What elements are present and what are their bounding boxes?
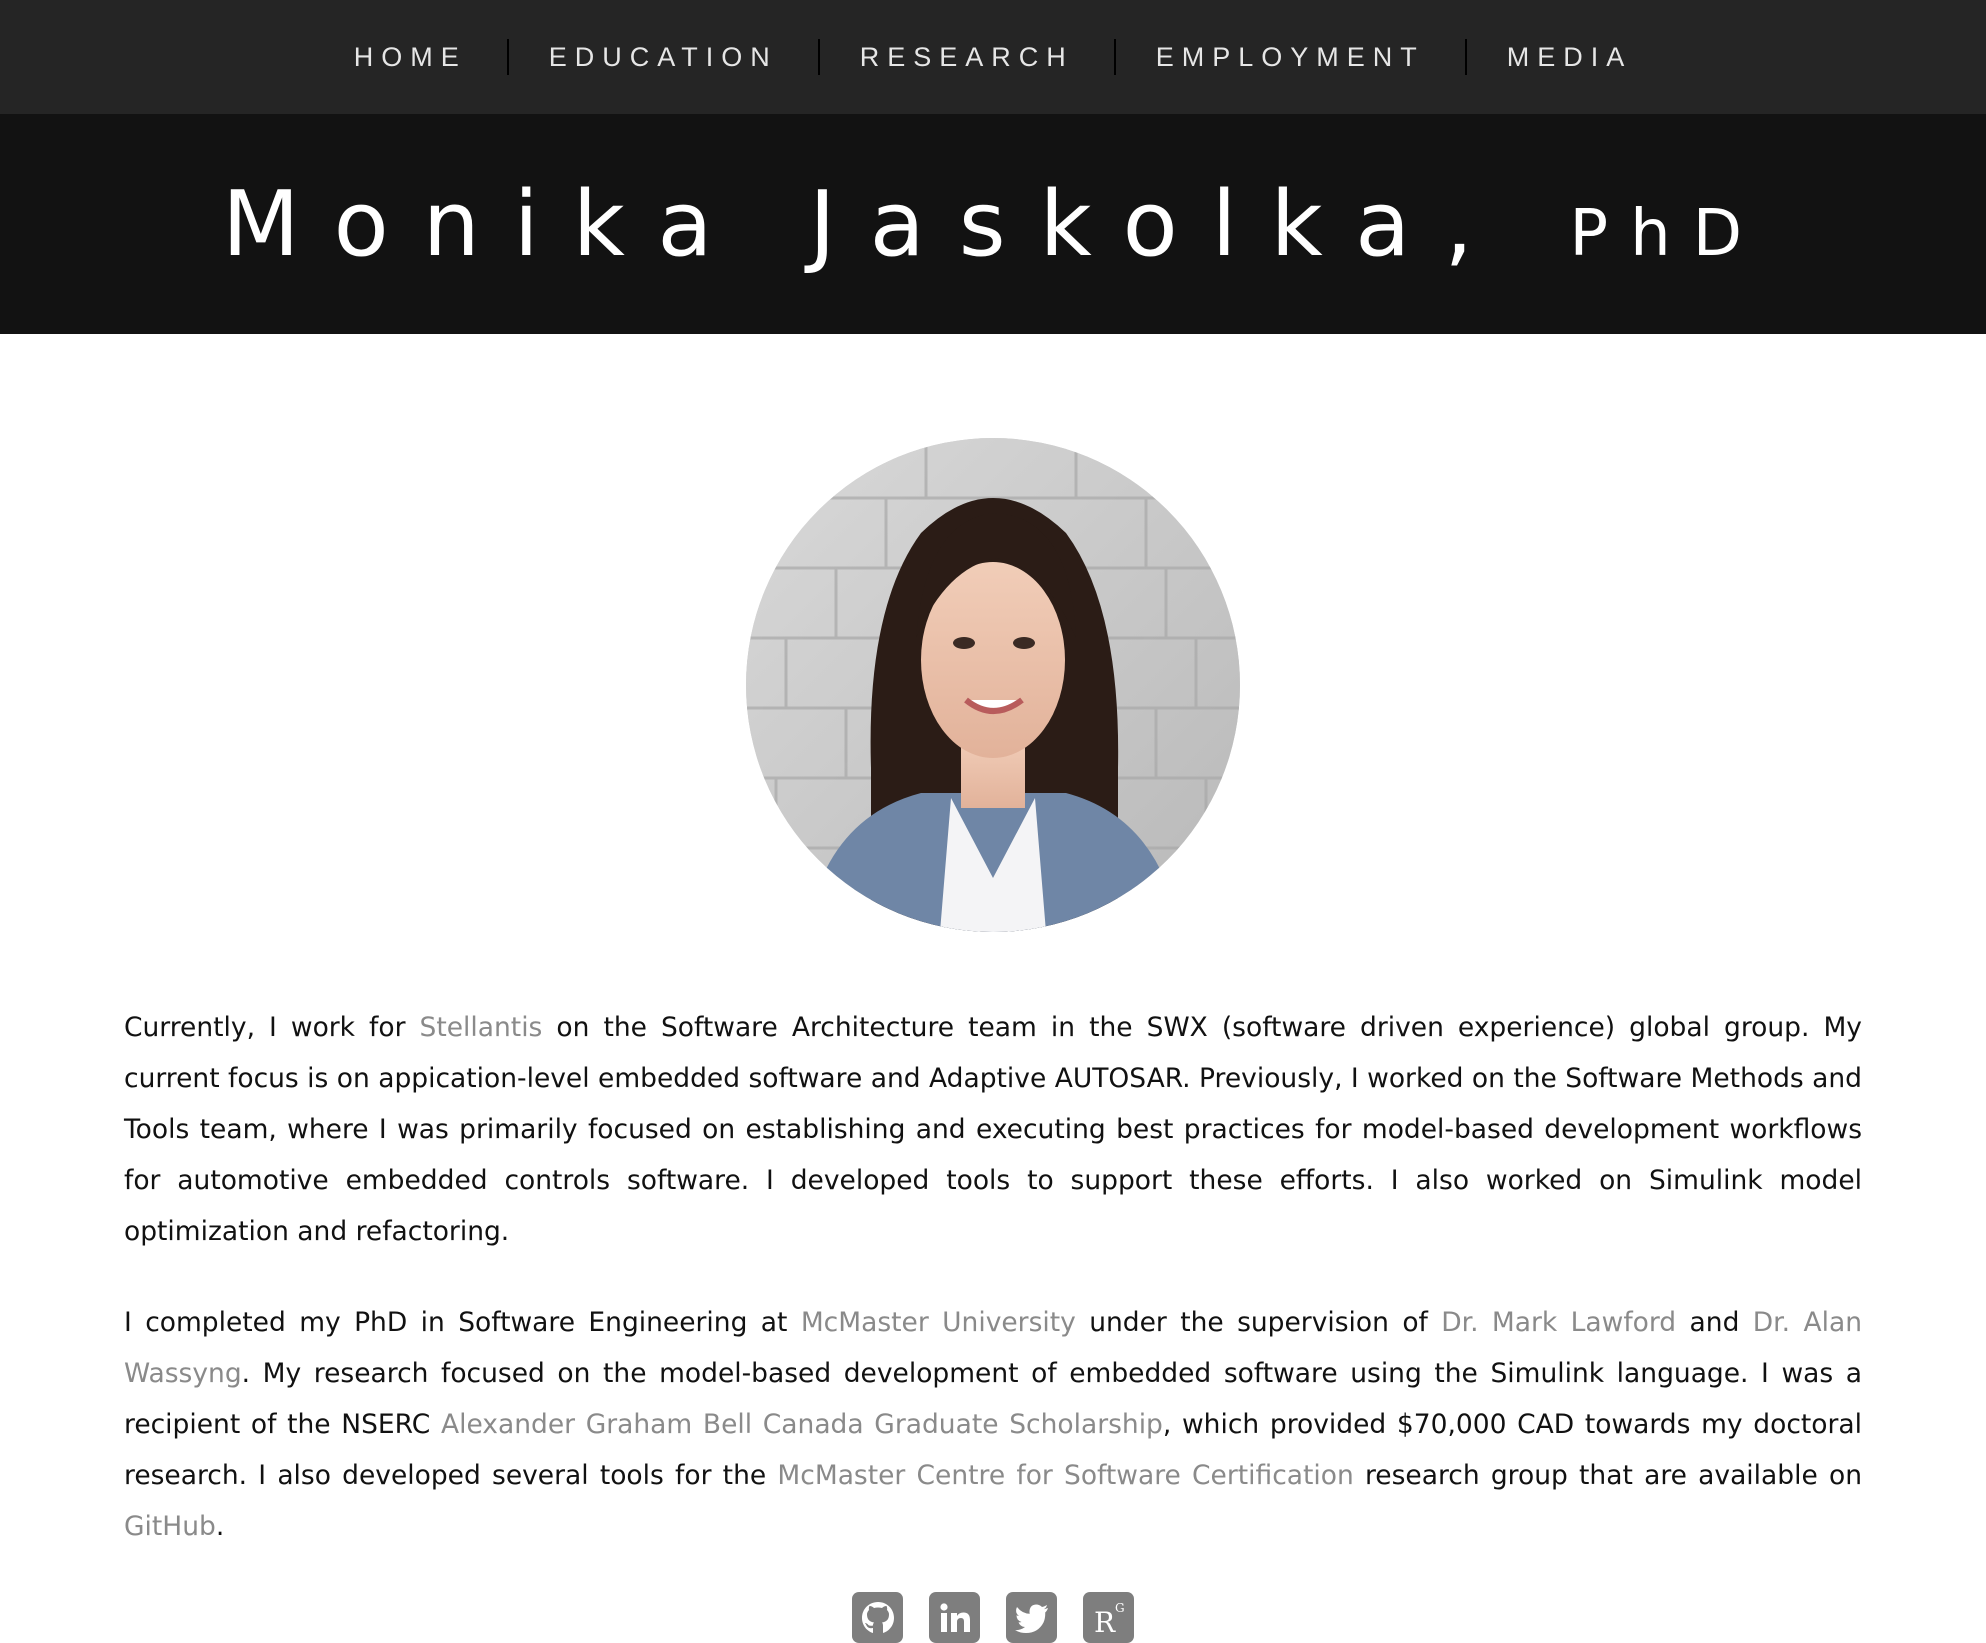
- bio-text: and: [1676, 1307, 1753, 1338]
- researchgate-icon: R G: [1094, 1601, 1125, 1638]
- top-nav: HOME EDUCATION RESEARCH EMPLOYMENT MEDIA: [0, 0, 1986, 114]
- portrait-photo: [746, 438, 1240, 932]
- page-title: Monika Jaskolka, PhD: [222, 172, 1764, 277]
- nav-media[interactable]: MEDIA: [1467, 40, 1673, 74]
- bio-paragraph-phd: I completed my PhD in Software Engineeri…: [124, 1297, 1862, 1552]
- page-title-suffix: PhD: [1569, 196, 1764, 271]
- twitter-link[interactable]: [1006, 1592, 1057, 1643]
- linkedin-icon: [939, 1602, 970, 1632]
- bio-text: .: [215, 1511, 225, 1542]
- lawford-link[interactable]: Dr. Mark Lawford: [1441, 1307, 1676, 1338]
- linkedin-link[interactable]: [929, 1592, 980, 1643]
- bio-text: under the supervision of: [1075, 1307, 1442, 1338]
- name-banner: Monika Jaskolka, PhD: [0, 114, 1986, 334]
- centre-link[interactable]: McMaster Centre for Software Certificati…: [777, 1460, 1353, 1491]
- bio-paragraph-current: Currently, I work for Stellantis on the …: [124, 1002, 1862, 1257]
- bio-text: Currently, I work for: [124, 1012, 420, 1043]
- page-title-name: Monika Jaskolka,: [222, 171, 1507, 277]
- github-text-link[interactable]: GitHub: [124, 1511, 216, 1542]
- nav-employment[interactable]: EMPLOYMENT: [1116, 40, 1465, 74]
- portrait-section: [0, 438, 1986, 932]
- portrait-illustration: [746, 438, 1240, 932]
- nav-research[interactable]: RESEARCH: [820, 40, 1114, 74]
- researchgate-link[interactable]: R G: [1083, 1592, 1134, 1643]
- researchgate-icon-sup: G: [1115, 1601, 1125, 1615]
- bio-text: I completed my PhD in Software Engineeri…: [124, 1307, 801, 1338]
- bio-text: research group that are available on: [1353, 1460, 1862, 1491]
- twitter-icon: [1014, 1604, 1048, 1633]
- github-link[interactable]: [852, 1592, 903, 1643]
- stellantis-link[interactable]: Stellantis: [420, 1012, 543, 1043]
- nav-home[interactable]: HOME: [314, 40, 507, 74]
- researchgate-icon-letter: R: [1094, 1606, 1116, 1638]
- github-icon: [861, 1601, 894, 1633]
- scholarship-link[interactable]: Alexander Graham Bell Canada Graduate Sc…: [441, 1409, 1163, 1440]
- nav-education[interactable]: EDUCATION: [509, 40, 818, 74]
- bio-section: Currently, I work for Stellantis on the …: [0, 1002, 1986, 1643]
- bio-text: on the Software Architecture team in the…: [124, 1012, 1862, 1247]
- social-links: R G: [124, 1592, 1862, 1643]
- mcmaster-link[interactable]: McMaster University: [801, 1307, 1076, 1338]
